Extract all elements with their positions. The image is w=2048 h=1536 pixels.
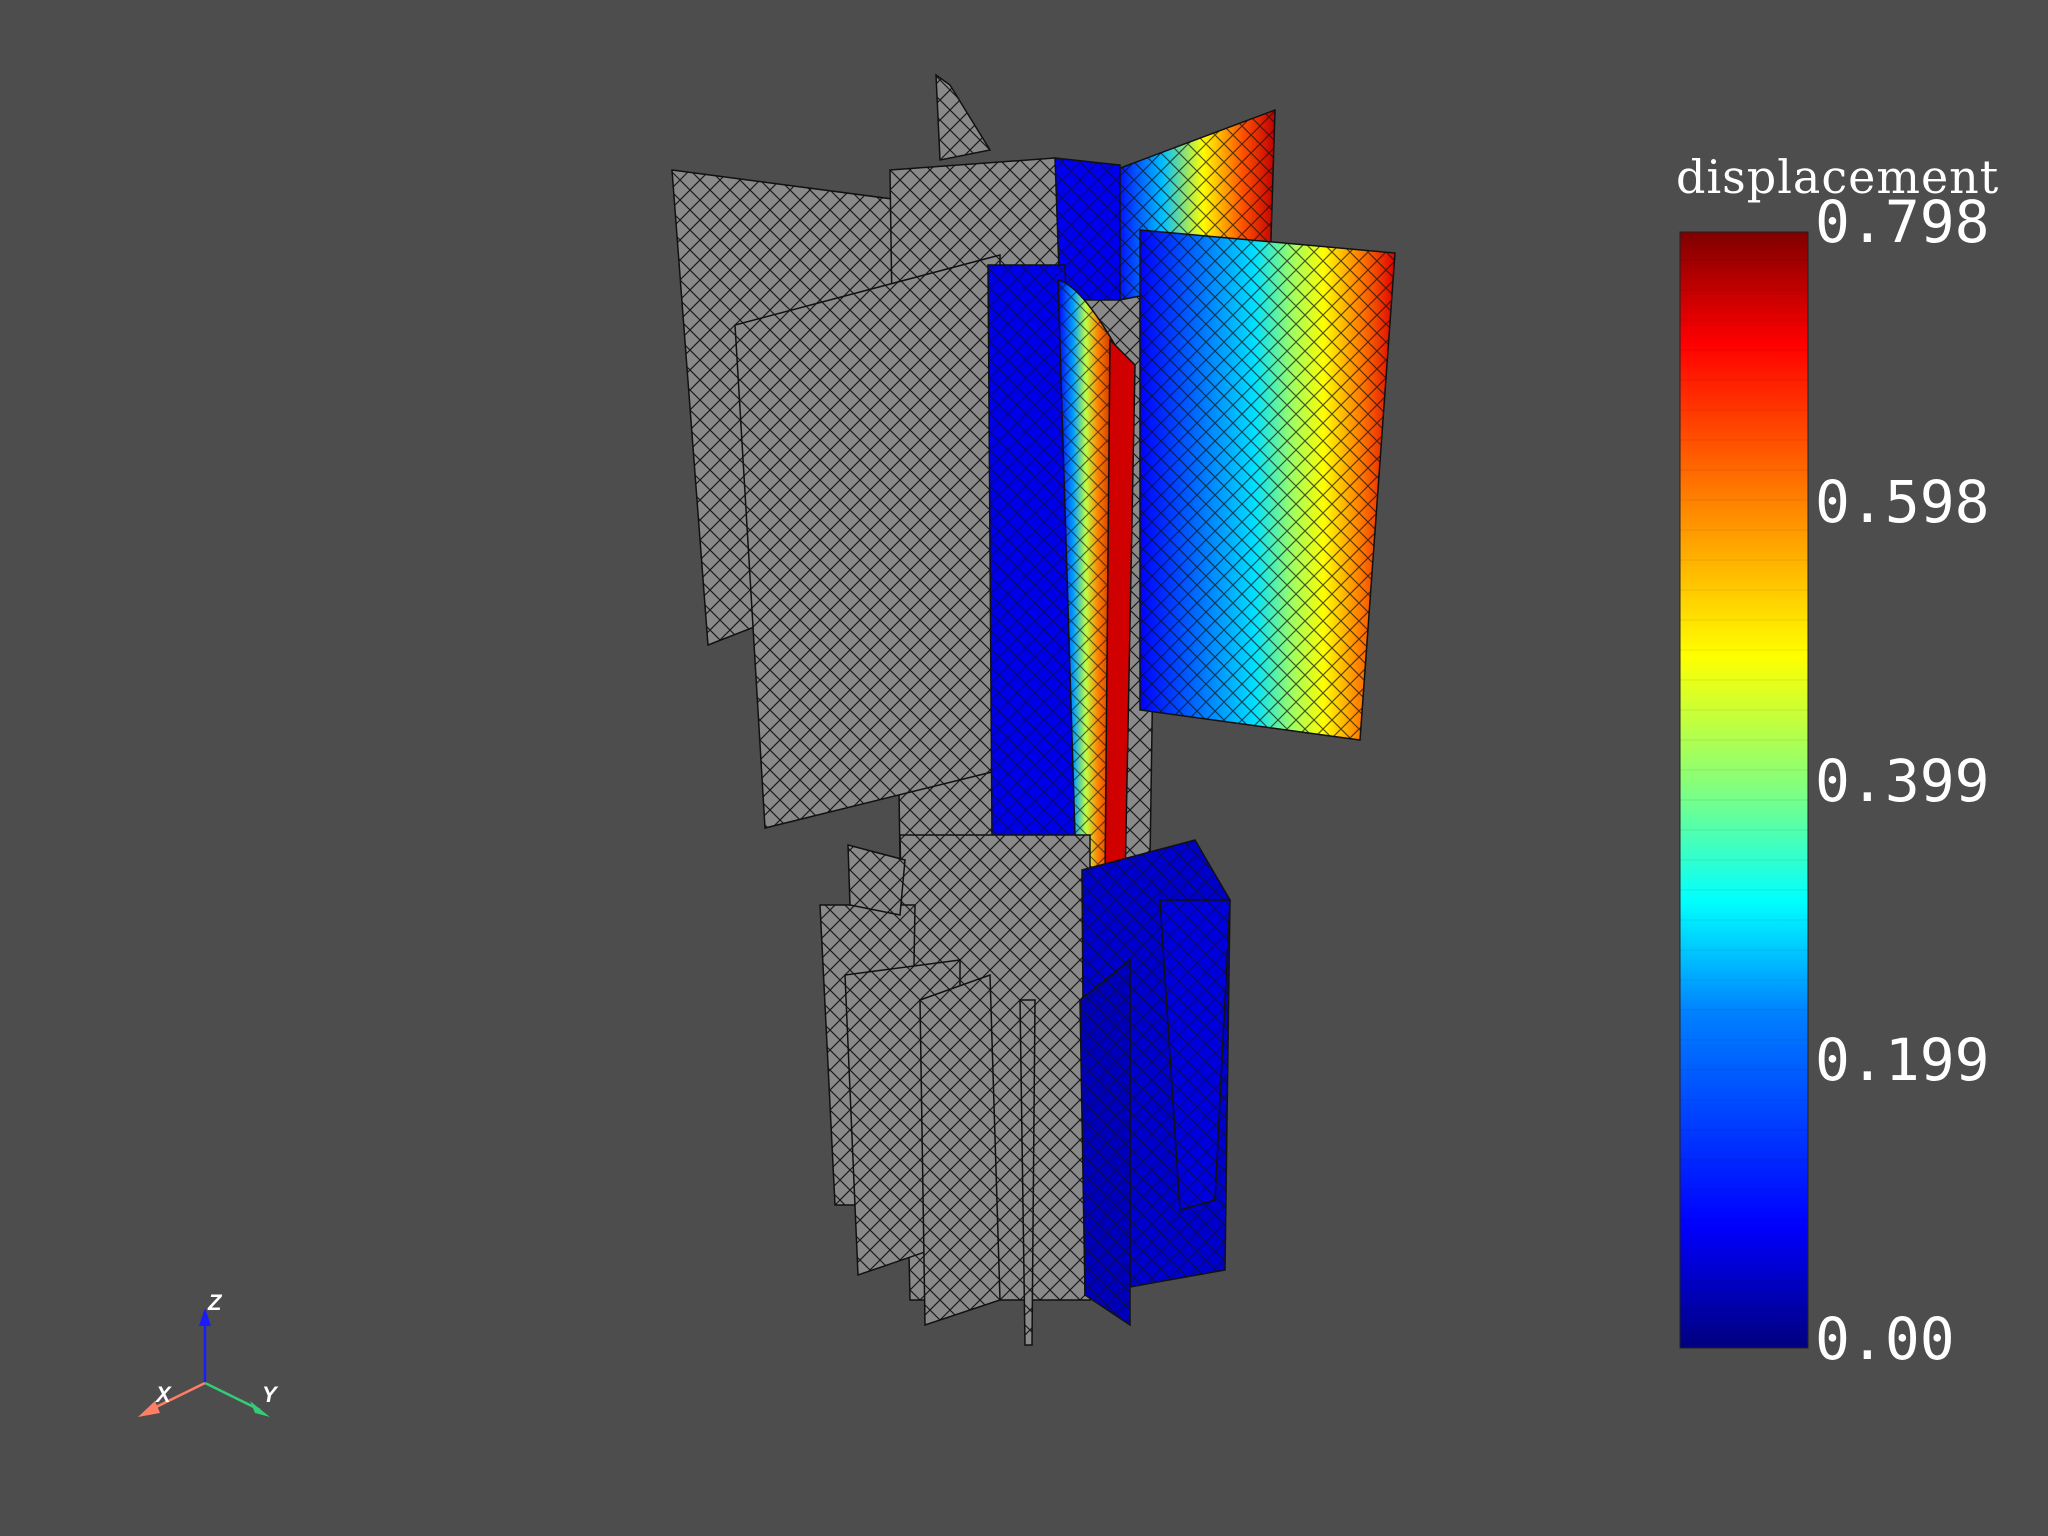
y-axis-label: Y bbox=[262, 1382, 277, 1407]
x-axis-label: X bbox=[156, 1382, 171, 1407]
scalar-tick-max: 0.798 bbox=[1815, 188, 1990, 256]
lower-fin-4 bbox=[847, 844, 906, 916]
scalar-tick-2: 0.598 bbox=[1815, 468, 1990, 536]
scalar-tick-3: 0.399 bbox=[1815, 747, 1990, 815]
scalar-tick-min: 0.00 bbox=[1815, 1305, 1955, 1373]
scalar-tick-4: 0.199 bbox=[1815, 1026, 1990, 1094]
y-axis-line bbox=[204, 1381, 261, 1412]
front-left-fin bbox=[734, 254, 1001, 829]
top-spike bbox=[935, 73, 992, 161]
render-viewport[interactable] bbox=[0, 0, 2048, 1536]
mesh-object[interactable] bbox=[671, 73, 1396, 1346]
z-axis-label: Z bbox=[208, 1290, 222, 1315]
colorbar-gradient bbox=[1679, 231, 1809, 1349]
lower-fin-3 bbox=[919, 973, 1001, 1327]
